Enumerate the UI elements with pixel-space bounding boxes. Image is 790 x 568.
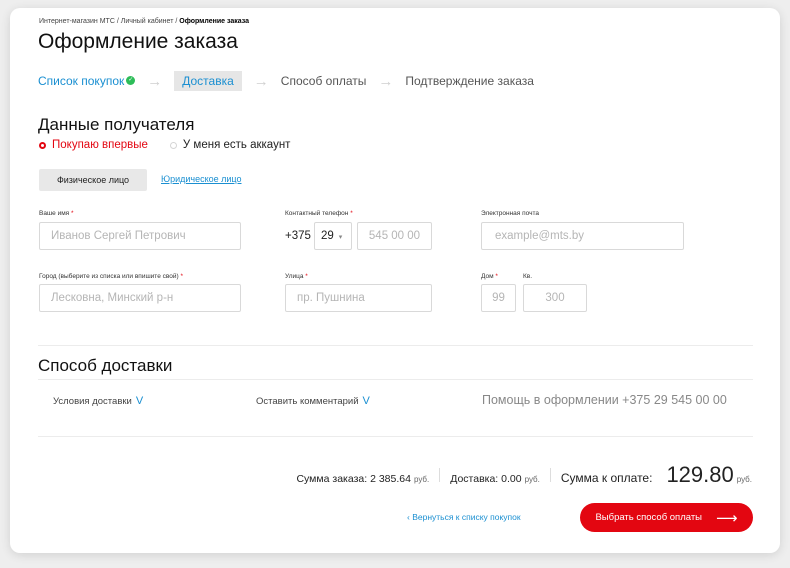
order-sum: Сумма заказа: 2 385.64 — [296, 473, 410, 485]
phone-number-input[interactable]: 545 00 00 — [357, 222, 432, 250]
add-comment-toggle[interactable]: Оставить комментарий V — [256, 395, 370, 407]
required-mark: * — [71, 210, 74, 217]
arrow-right-icon: ⟶ — [716, 509, 738, 527]
city-label-text: Город (выберите из списка или впишите св… — [39, 273, 179, 280]
delivery-cost-value: 0.00 — [501, 473, 522, 485]
city-label: Город (выберите из списка или впишите св… — [39, 273, 183, 280]
divider — [38, 379, 753, 380]
totals-separator — [439, 468, 441, 482]
check-icon: ✓ — [126, 76, 136, 85]
pay-sum-label: Сумма к оплате: — [560, 471, 653, 485]
checkout-steps: Список покупок ✓ → Доставка → Способ опла… — [38, 70, 534, 92]
email-label: Электронная почта — [481, 210, 540, 217]
city-input[interactable]: Лесковна, Минский р-н — [39, 284, 241, 312]
divider — [38, 436, 753, 437]
totals-separator — [549, 468, 551, 482]
order-sum-label: Сумма заказа: — [296, 473, 368, 485]
delivery-cost: Доставка: 0.00 — [450, 473, 521, 485]
chevron-down-icon: V — [135, 395, 144, 407]
step-cart-label: Список покупок — [38, 74, 125, 88]
order-sum-value: 2 385.64 — [370, 473, 411, 485]
customer-type-radio-group: Покупаю впервые У меня есть аккаунт — [39, 139, 290, 151]
currency-label: руб. — [524, 475, 540, 484]
phone-country-code: +375 — [285, 230, 311, 242]
page-title: Оформление заказа — [38, 30, 238, 53]
breadcrumb-current: Оформление заказа — [179, 18, 250, 25]
add-comment-label: Оставить комментарий — [256, 396, 359, 407]
individual-tab-button[interactable]: Физическое лицо — [39, 169, 147, 191]
name-label: Ваше имя * — [39, 210, 74, 217]
radio-first-purchase[interactable]: Покупаю впервые — [39, 139, 148, 151]
step-payment: Способ оплаты — [280, 74, 367, 88]
breadcrumb-shop-link[interactable]: Интернет-магазин МТС — [39, 18, 115, 25]
apartment-input[interactable]: 300 — [523, 284, 587, 312]
arrow-right-icon: → — [378, 72, 394, 90]
chevron-down-icon: ▾ — [338, 234, 343, 241]
house-label-text: Дом — [481, 273, 494, 280]
name-input[interactable]: Иванов Сергей Петрович — [39, 222, 241, 250]
choose-payment-button[interactable]: Выбрать способ оплаты ⟶ — [580, 503, 753, 532]
radio-have-account-label: У меня есть аккаунт — [182, 139, 291, 151]
required-mark: * — [350, 210, 353, 217]
checkout-card: Интернет-магазин МТС / Личный кабинет / … — [10, 8, 780, 553]
delivery-cost-label: Доставка: — [450, 473, 499, 485]
delivery-conditions-toggle[interactable]: Условия доставки V — [53, 395, 143, 407]
operator-code-value: 29 — [321, 230, 334, 242]
radio-selected-icon — [39, 141, 46, 149]
legal-entity-link[interactable]: Юридическое лицо — [161, 174, 242, 184]
chevron-down-icon: V — [362, 395, 370, 407]
radio-first-purchase-label: Покупаю впервые — [52, 139, 148, 151]
required-mark: * — [495, 273, 498, 280]
street-label-text: Улица — [285, 273, 304, 280]
delivery-title: Способ доставки — [38, 356, 173, 375]
operator-code-select[interactable]: 29 ▾ — [314, 222, 352, 250]
pay-sum-value: 129.80 — [666, 462, 734, 487]
currency-label: руб. — [413, 475, 430, 484]
required-mark: * — [305, 273, 308, 280]
arrow-right-icon: → — [253, 72, 269, 90]
street-label: Улица * — [285, 273, 308, 280]
step-delivery[interactable]: Доставка — [174, 71, 242, 91]
radio-unselected-icon — [169, 141, 177, 149]
delivery-conditions-label: Условия доставки — [53, 396, 132, 407]
arrow-right-icon: → — [147, 72, 163, 90]
order-totals: Сумма заказа: 2 385.64 руб. Доставка: 0.0… — [296, 462, 752, 488]
breadcrumb-account-link[interactable]: Личный кабинет — [121, 18, 174, 25]
street-input[interactable]: пр. Пушнина — [285, 284, 432, 312]
help-phone-text: Помощь в оформлении +375 29 545 00 00 — [482, 393, 727, 407]
required-mark: * — [180, 273, 184, 280]
breadcrumb: Интернет-магазин МТС / Личный кабинет / … — [39, 18, 249, 25]
divider — [38, 345, 753, 346]
email-input[interactable]: example@mts.by — [481, 222, 684, 250]
step-confirmation: Подтверждение заказа — [405, 74, 534, 88]
name-label-text: Ваше имя — [39, 210, 70, 217]
apartment-label: Кв. — [523, 273, 533, 280]
house-label: Дом * — [481, 273, 498, 280]
step-cart[interactable]: Список покупок ✓ — [38, 74, 136, 88]
recipient-title: Данные получателя — [38, 115, 195, 134]
back-to-cart-link[interactable]: ‹ Вернуться к списку покупок — [407, 512, 521, 522]
house-input[interactable]: 99 — [481, 284, 516, 312]
phone-label: Контактный телефон * — [285, 210, 353, 217]
radio-have-account[interactable]: У меня есть аккаунт — [169, 139, 291, 151]
currency-label: руб. — [736, 475, 752, 484]
choose-payment-label: Выбрать способ оплаты — [595, 512, 702, 523]
phone-label-text: Контактный телефон — [285, 210, 349, 217]
